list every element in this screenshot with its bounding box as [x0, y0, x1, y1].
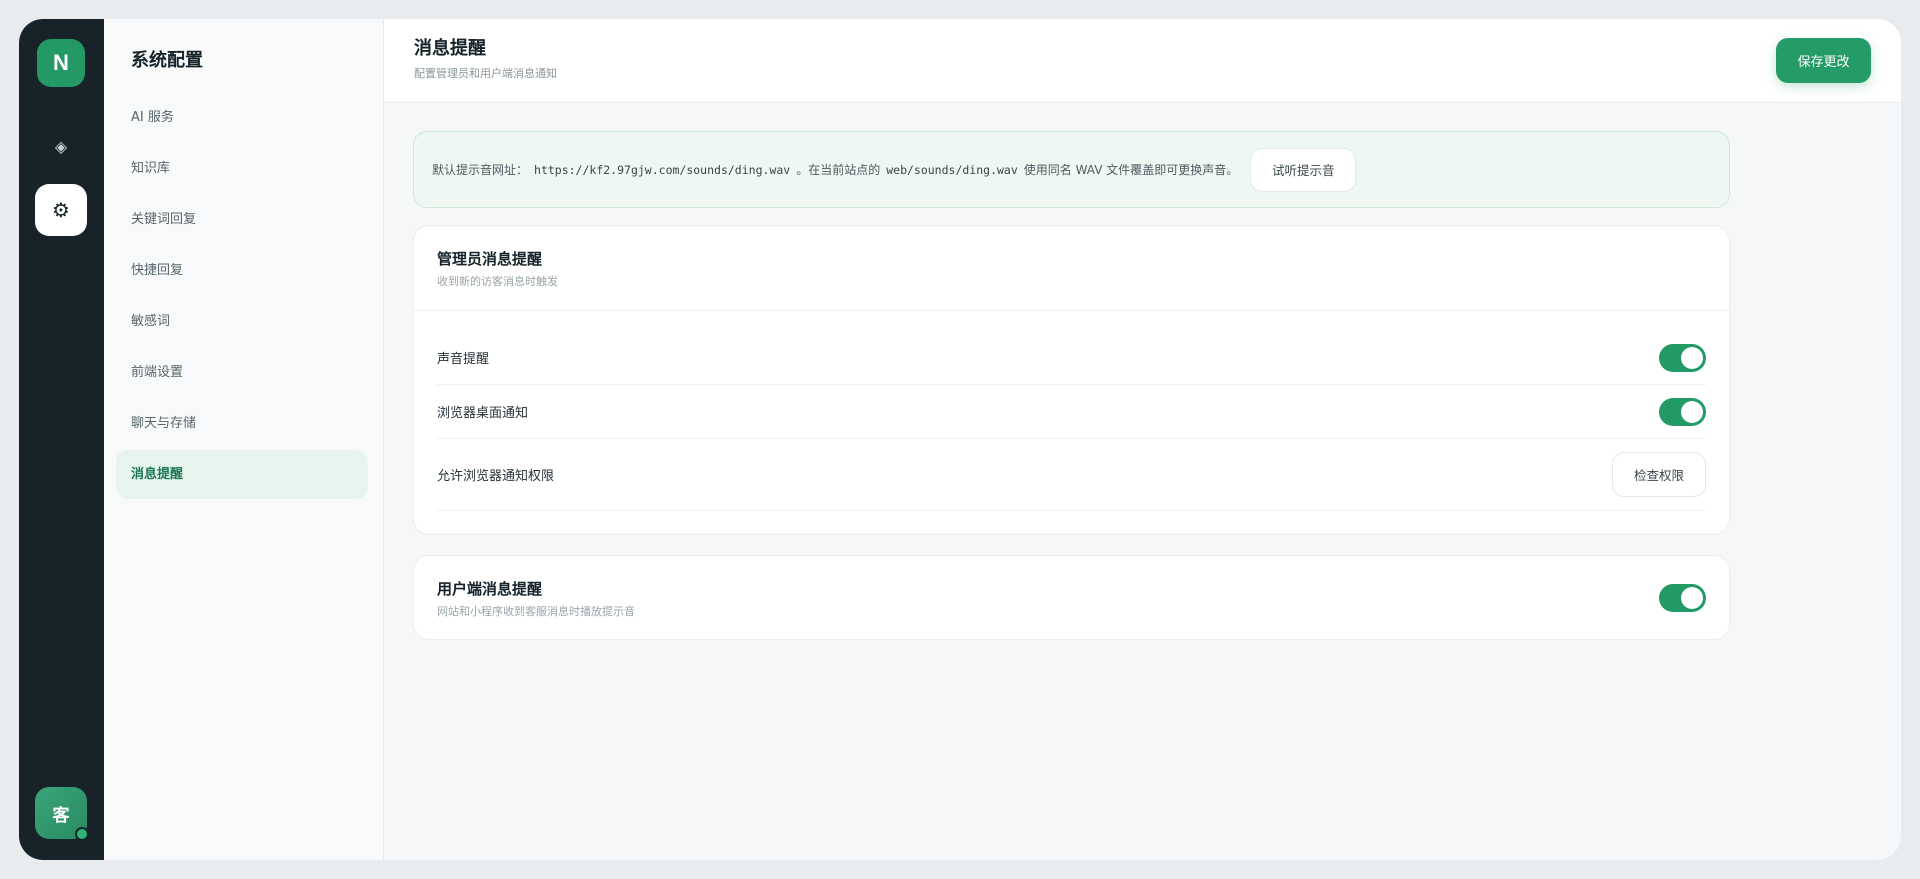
nav-item-frontend-settings[interactable]: 前端设置	[116, 348, 368, 397]
online-status-dot	[75, 827, 89, 841]
nav-item-ai-service[interactable]: AI 服务	[116, 93, 368, 142]
admin-notification-card: 管理员消息提醒 收到新的访客消息时触发 声音提醒 浏览器桌面通知 允许浏览器通知…	[413, 225, 1730, 535]
nav-item-sensitive-words[interactable]: 敏感词	[116, 297, 368, 346]
sound-notice-banner: 默认提示音网址： https://kf2.97gjw.com/sounds/di…	[413, 131, 1730, 208]
app-logo[interactable]: N	[37, 39, 85, 87]
gear-icon[interactable]: ⚙	[35, 184, 87, 236]
page-header: 消息提醒 配置管理员和用户端消息通知 保存更改	[384, 19, 1901, 103]
notification-permission-row: 允许浏览器通知权限 检查权限	[437, 439, 1706, 511]
page-title: 消息提醒	[414, 38, 486, 59]
settings-nav: 系统配置 AI 服务 知识库 关键词回复 快捷回复 敏感词 前端设置 聊天与存储…	[104, 19, 384, 860]
save-button[interactable]: 保存更改	[1776, 38, 1871, 83]
user-card-header: 用户端消息提醒 网站和小程序收到客服消息时播放提示音	[414, 556, 1729, 641]
notice-suffix: 使用同名 WAV 文件覆盖即可更换声音。	[1023, 163, 1239, 177]
icon-rail: N ◈ ⚙ 客	[19, 19, 104, 860]
sound-alert-label: 声音提醒	[437, 352, 490, 367]
toggle-knob	[1681, 587, 1703, 609]
nav-item-notifications[interactable]: 消息提醒	[116, 450, 368, 499]
main-content: 消息提醒 配置管理员和用户端消息通知 保存更改 默认提示音网址： https:/…	[384, 19, 1901, 860]
listen-sound-button[interactable]: 试听提示音	[1250, 147, 1357, 192]
admin-card-subtitle: 收到新的访客消息时触发	[437, 275, 558, 288]
toggle-knob	[1681, 346, 1703, 369]
desktop-notification-toggle[interactable]	[1659, 397, 1706, 426]
diamond-icon[interactable]: ◈	[35, 120, 87, 172]
nav-title: 系统配置	[131, 50, 203, 71]
notice-middle: 。在当前站点的	[796, 163, 881, 177]
nav-item-keyword-reply[interactable]: 关键词回复	[116, 195, 368, 244]
nav-item-quick-reply[interactable]: 快捷回复	[116, 246, 368, 295]
notification-permission-label: 允许浏览器通知权限	[437, 469, 555, 484]
notice-prefix: 默认提示音网址：	[432, 163, 529, 177]
user-notification-card: 用户端消息提醒 网站和小程序收到客服消息时播放提示音	[413, 555, 1730, 640]
desktop-notification-label: 浏览器桌面通知	[437, 406, 529, 421]
nav-item-chat-storage[interactable]: 聊天与存储	[116, 399, 368, 448]
user-card-subtitle: 网站和小程序收到客服消息时播放提示音	[437, 605, 635, 618]
notice-url: https://kf2.97gjw.com/sounds/ding.wav	[534, 162, 791, 177]
nav-item-knowledge-base[interactable]: 知识库	[116, 144, 368, 193]
check-permission-button[interactable]: 检查权限	[1612, 452, 1706, 497]
page-subtitle: 配置管理员和用户端消息通知	[414, 67, 557, 80]
notice-path: web/sounds/ding.wav	[886, 162, 1018, 177]
app-window: N ◈ ⚙ 客 系统配置 AI 服务 知识库 关键词回复 快捷回复 敏感词 前端…	[19, 19, 1901, 860]
sound-alert-row: 声音提醒	[437, 331, 1706, 385]
toggle-knob	[1681, 400, 1703, 423]
user-card-title: 用户端消息提醒	[437, 580, 543, 598]
sound-alert-toggle[interactable]	[1659, 343, 1706, 372]
admin-card-header: 管理员消息提醒 收到新的访客消息时触发	[414, 226, 1729, 311]
admin-card-title: 管理员消息提醒	[437, 250, 543, 268]
user-sound-toggle[interactable]	[1659, 584, 1706, 612]
desktop-notification-row: 浏览器桌面通知	[437, 385, 1706, 439]
